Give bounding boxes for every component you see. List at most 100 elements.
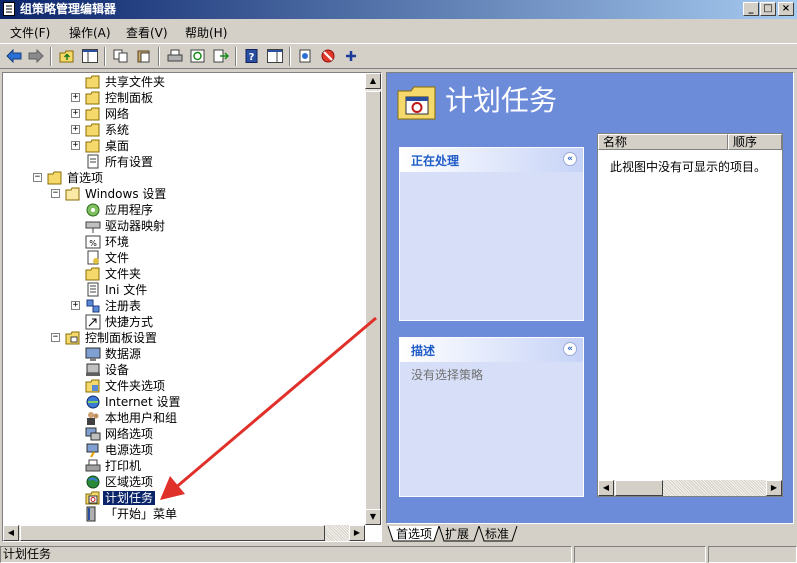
tree-item[interactable]: 快捷方式: [71, 314, 371, 330]
tree-item[interactable]: + 控制面板: [71, 90, 371, 106]
description-text: 没有选择策略: [411, 368, 484, 382]
tree-item[interactable]: 文件夹: [71, 266, 371, 282]
tree-item[interactable]: + 网络: [71, 106, 371, 122]
items-list-view[interactable]: 名称 顺序 此视图中没有可显示的项目。 ◀ ▶: [597, 133, 783, 497]
menu-action[interactable]: 操作(A): [69, 24, 111, 41]
tree-item-label: Windows 设置: [85, 187, 167, 201]
export-list-button[interactable]: [211, 47, 231, 66]
tree-item[interactable]: 「开始」菜单: [71, 506, 371, 522]
back-button[interactable]: [4, 47, 24, 66]
tree-expander-icon[interactable]: +: [71, 141, 80, 150]
tab-extended[interactable]: 扩展: [445, 527, 469, 542]
tree-item[interactable]: 本地用户和组: [71, 410, 371, 426]
empty-list-message: 此视图中没有可显示的项目。: [610, 160, 767, 174]
tree-item[interactable]: % 环境: [71, 234, 371, 250]
console-tree[interactable]: 共享文件夹 + 控制面板 + 网络 + 系统 + 桌面 所有设置 − 首选项 − Windows 设置 应用…: [2, 72, 382, 542]
tree-item-label: 区域选项: [105, 475, 154, 489]
new-item-button[interactable]: [296, 47, 316, 66]
close-button[interactable]: ×: [778, 2, 794, 16]
tree-item[interactable]: 数据源: [71, 346, 371, 362]
tree-item[interactable]: 网络选项: [71, 426, 371, 442]
description-panel-header[interactable]: 描述 «: [400, 338, 583, 362]
tree-item[interactable]: Ini 文件: [71, 282, 371, 298]
help-book-icon: ?: [245, 49, 258, 63]
column-header-name[interactable]: 名称: [598, 134, 728, 150]
up-one-level-button[interactable]: [57, 47, 77, 66]
tree-item[interactable]: 文件: [71, 250, 371, 266]
refresh-button[interactable]: [188, 47, 208, 66]
tree-item[interactable]: + 注册表: [71, 298, 371, 314]
data-source-icon: [85, 346, 101, 362]
tree-item[interactable]: 设备: [71, 362, 371, 378]
scroll-right-button[interactable]: ▶: [766, 480, 782, 496]
tree-item-label: 「开始」菜单: [105, 507, 178, 521]
tab-standard[interactable]: 标准: [485, 527, 509, 542]
copy-button[interactable]: [111, 47, 131, 66]
tree-item[interactable]: 应用程序: [71, 202, 371, 218]
tree-item-label: Internet 设置: [105, 395, 181, 409]
tree-item[interactable]: − 控制面板设置: [51, 330, 351, 346]
toolbar-separator: [289, 47, 291, 66]
scroll-left-button[interactable]: ◀: [3, 525, 19, 541]
toolbar-separator: [235, 47, 237, 66]
help-button[interactable]: ?: [242, 47, 262, 66]
tree-expander-icon[interactable]: +: [71, 109, 80, 118]
status-panel: [574, 546, 706, 563]
tree-expander-icon[interactable]: +: [71, 301, 80, 310]
tree-item-label: 电源选项: [105, 443, 154, 457]
scheduled-tasks-icon: [85, 490, 101, 506]
tree-horizontal-scrollbar[interactable]: ◀ ▶: [3, 525, 365, 541]
add-button[interactable]: [341, 47, 361, 66]
tree-item[interactable]: 电源选项: [71, 442, 371, 458]
tree-item[interactable]: 计划任务: [71, 490, 371, 506]
tree-vertical-scrollbar[interactable]: ▲ ▼: [365, 73, 381, 525]
tree-expander-icon[interactable]: −: [51, 333, 60, 342]
print-button[interactable]: [165, 47, 185, 66]
tree-item-label: 所有设置: [105, 155, 154, 169]
collapse-chevron-icon[interactable]: «: [563, 152, 577, 166]
column-header-order[interactable]: 顺序: [728, 134, 782, 150]
scroll-up-button[interactable]: ▲: [365, 73, 381, 89]
processing-panel-header[interactable]: 正在处理 «: [400, 148, 583, 172]
folder-icon: [47, 170, 63, 186]
tree-item[interactable]: 驱动器映射: [71, 218, 371, 234]
tree-expander-icon[interactable]: −: [51, 189, 60, 198]
maximize-button[interactable]: □: [760, 2, 776, 16]
tree-item[interactable]: 区域选项: [71, 474, 371, 490]
scroll-right-button[interactable]: ▶: [349, 525, 365, 541]
tree-expander-icon[interactable]: +: [71, 125, 80, 134]
delete-button[interactable]: [318, 47, 338, 66]
tree-item[interactable]: + 系统: [71, 122, 371, 138]
scroll-thumb[interactable]: [365, 91, 381, 511]
menu-file[interactable]: 文件(F): [10, 24, 50, 41]
list-horizontal-scrollbar[interactable]: ◀ ▶: [598, 480, 782, 496]
collapse-chevron-icon[interactable]: «: [563, 342, 577, 356]
tab-preferences[interactable]: 首选项: [396, 527, 432, 542]
minimize-button[interactable]: _: [743, 2, 759, 16]
tree-item[interactable]: 所有设置: [71, 154, 371, 170]
tree-item-label: 驱动器映射: [105, 219, 166, 233]
tree-item[interactable]: − 首选项: [33, 170, 333, 186]
processing-panel-title: 正在处理: [411, 154, 460, 168]
environment-icon: %: [85, 234, 101, 250]
settings-list-icon: [85, 154, 101, 170]
show-action-pane-button[interactable]: [265, 47, 285, 66]
menu-view[interactable]: 查看(V): [126, 24, 168, 41]
scroll-left-button[interactable]: ◀: [598, 480, 614, 496]
show-hide-tree-button[interactable]: [80, 47, 100, 66]
tree-expander-icon[interactable]: +: [71, 93, 80, 102]
tree-item[interactable]: − Windows 设置: [51, 186, 351, 202]
tree-item[interactable]: 文件夹选项: [71, 378, 371, 394]
tree-item[interactable]: Internet 设置: [71, 394, 371, 410]
scroll-thumb[interactable]: [615, 480, 663, 496]
forward-button[interactable]: [26, 47, 46, 66]
scroll-down-button[interactable]: ▼: [365, 509, 381, 525]
tree-item[interactable]: 共享文件夹: [71, 74, 371, 90]
tree-item[interactable]: 打印机: [71, 458, 371, 474]
tree-expander-icon[interactable]: −: [33, 173, 42, 182]
scroll-thumb[interactable]: [20, 525, 325, 541]
tree-item[interactable]: + 桌面: [71, 138, 371, 154]
menu-help[interactable]: 帮助(H): [185, 24, 227, 41]
tree-item-label: 系统: [105, 123, 130, 137]
paste-button[interactable]: [134, 47, 154, 66]
